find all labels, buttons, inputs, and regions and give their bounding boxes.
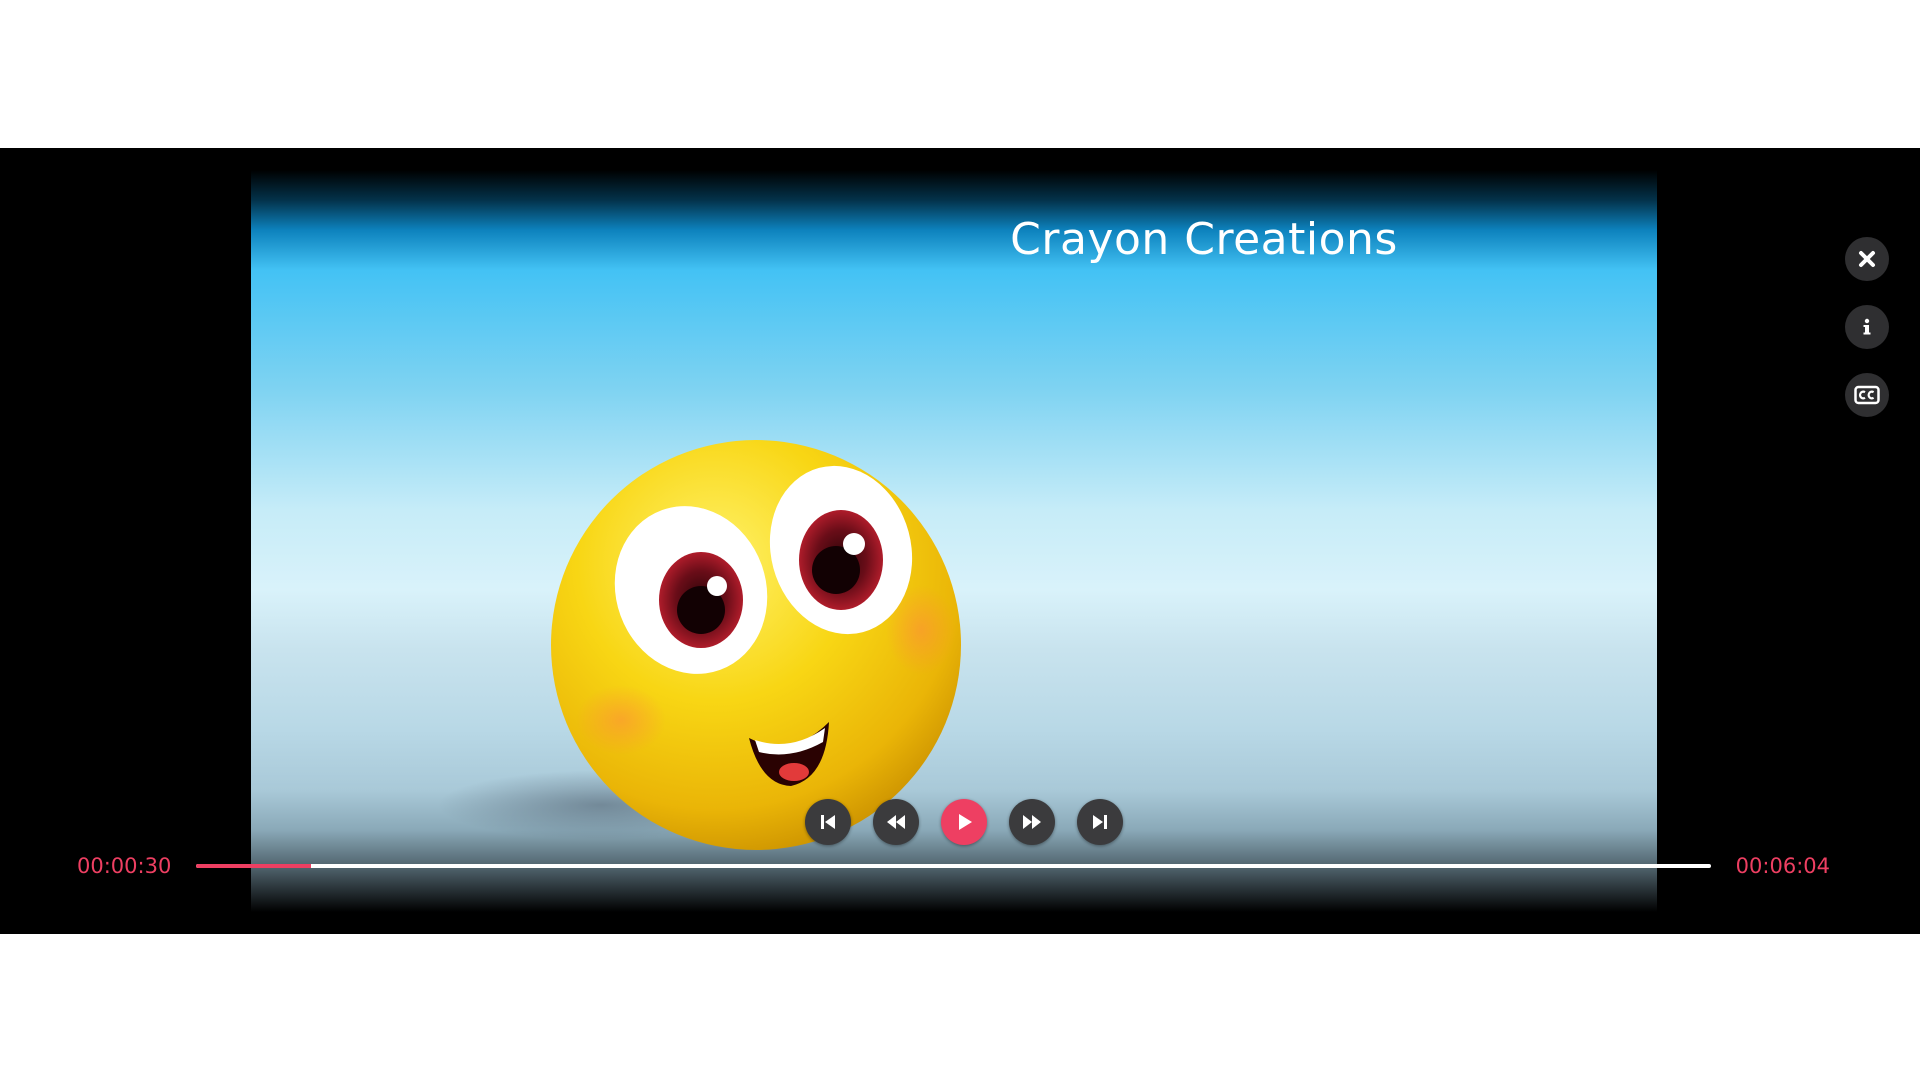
closed-captions-icon — [1854, 385, 1880, 405]
skip-previous-icon — [821, 815, 835, 829]
rewind-icon — [887, 815, 905, 829]
close-button[interactable] — [1845, 237, 1889, 281]
rewind-button[interactable] — [873, 799, 919, 845]
video-player: Crayon Creations 00:00:30 00:06:04 — [0, 148, 1920, 934]
closed-captions-button[interactable] — [1845, 373, 1889, 417]
yellow-ball-character — [551, 440, 961, 850]
skip-previous-button[interactable] — [805, 799, 851, 845]
progress-bar[interactable] — [196, 864, 1711, 868]
progress-fill — [196, 864, 312, 868]
total-time: 00:06:04 — [1735, 854, 1830, 878]
fast-forward-button[interactable] — [1009, 799, 1055, 845]
close-icon — [1859, 251, 1875, 267]
skip-next-button[interactable] — [1077, 799, 1123, 845]
info-icon — [1863, 318, 1871, 335]
play-button[interactable] — [941, 799, 987, 845]
skip-next-icon — [1093, 815, 1107, 829]
info-button[interactable] — [1845, 305, 1889, 349]
video-title: Crayon Creations — [1010, 214, 1398, 265]
current-time: 00:00:30 — [77, 854, 172, 878]
fast-forward-icon — [1023, 815, 1041, 829]
play-icon — [959, 814, 972, 830]
